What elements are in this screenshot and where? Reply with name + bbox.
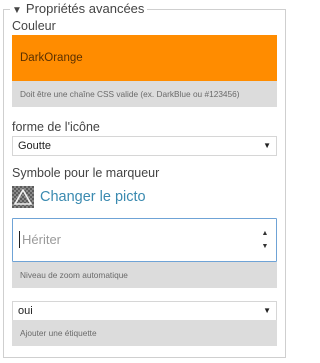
- label-toggle-select[interactable]: oui ▼: [12, 301, 277, 321]
- change-picto-link[interactable]: Changer le picto: [40, 188, 146, 206]
- icon-shape-select[interactable]: Goutte ▼: [12, 136, 277, 156]
- section-title: Propriétés avancées: [25, 1, 145, 16]
- label-help-text: Ajouter une étiquette: [12, 320, 277, 346]
- zoom-placeholder: Hériter: [22, 232, 62, 247]
- zoom-level-input[interactable]: Hériter ▲ ▼: [12, 218, 277, 262]
- zoom-help-text: Niveau de zoom automatique: [12, 262, 277, 288]
- dropdown-arrow-icon: ▼: [263, 141, 271, 150]
- text-cursor: [19, 231, 20, 248]
- color-input[interactable]: DarkOrange: [12, 35, 277, 81]
- icon-shape-label: forme de l'icône: [12, 120, 100, 134]
- label-toggle-selected: oui: [18, 305, 33, 317]
- caret-down-icon: ▼: [12, 5, 22, 16]
- advanced-properties-toggle[interactable]: ▼ Propriétés avancées: [10, 0, 148, 18]
- color-label: Couleur: [12, 19, 56, 33]
- spin-up-icon[interactable]: ▲: [260, 229, 270, 239]
- color-help-text: Doit être une chaîne CSS valide (ex. Dar…: [12, 81, 277, 107]
- dropdown-arrow-icon: ▼: [263, 306, 271, 315]
- spin-down-icon[interactable]: ▼: [260, 242, 270, 252]
- symbol-label: Symbole pour le marqueur: [12, 166, 160, 180]
- picto-icon[interactable]: [12, 186, 34, 208]
- icon-shape-selected: Goutte: [18, 140, 52, 152]
